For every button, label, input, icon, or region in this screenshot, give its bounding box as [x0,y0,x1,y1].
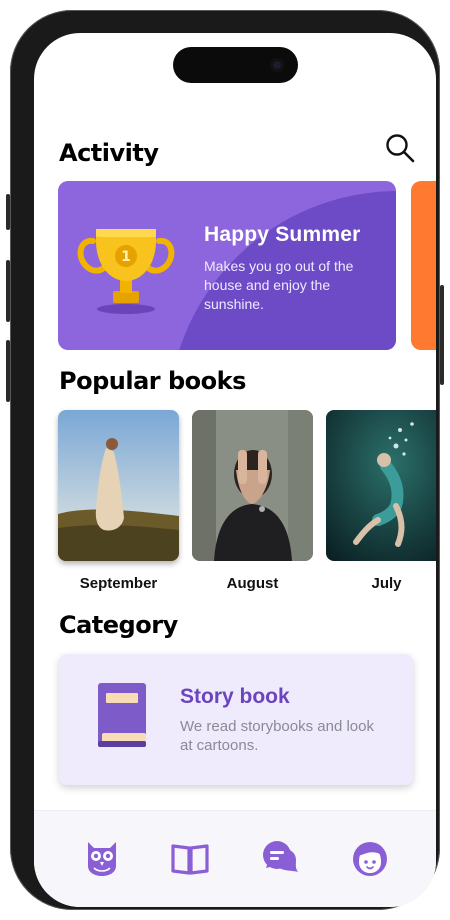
book-cover-august[interactable] [192,410,313,561]
trophy-icon: 1 [77,229,175,314]
search-icon[interactable] [385,133,415,163]
svg-text:1: 1 [121,249,131,265]
power-button [440,285,444,385]
activity-card-description: Makes you go out of the house and enjoy … [204,258,354,312]
category-card-description: We read storybooks and look at cartoons. [180,718,374,754]
category-card-story-book[interactable]: Story book We read storybooks and look a… [59,654,413,785]
screen: Activity 1 Happy Summer Makes you go out… [34,33,436,907]
book-label-july: July [371,575,402,592]
storybook-icon [98,683,146,747]
dynamic-island [173,47,298,83]
bottom-tab-bar [34,810,436,907]
profile-icon[interactable] [350,838,390,878]
popular-books-title: Popular books [59,367,246,395]
category-title: Category [59,611,178,639]
book-open-icon[interactable] [170,838,210,878]
chat-icon[interactable] [260,838,300,878]
owl-icon[interactable] [82,838,122,878]
camera-icon [270,58,284,72]
volume-up-button [6,260,10,322]
activity-card-title: Happy Summer [204,223,361,246]
phone-frame: Activity 1 Happy Summer Makes you go out… [6,10,444,910]
book-cover-september[interactable] [58,410,179,561]
category-card-title: Story book [180,685,290,708]
volume-down-button [6,340,10,402]
activity-card-next[interactable] [411,181,436,350]
activity-card[interactable]: 1 Happy Summer Makes you go out of the h… [58,181,396,350]
book-label-september: September [79,575,158,592]
action-button [6,194,10,230]
book-label-august: August [226,575,279,592]
activity-title: Activity [59,139,159,167]
book-cover-july[interactable] [326,410,436,561]
